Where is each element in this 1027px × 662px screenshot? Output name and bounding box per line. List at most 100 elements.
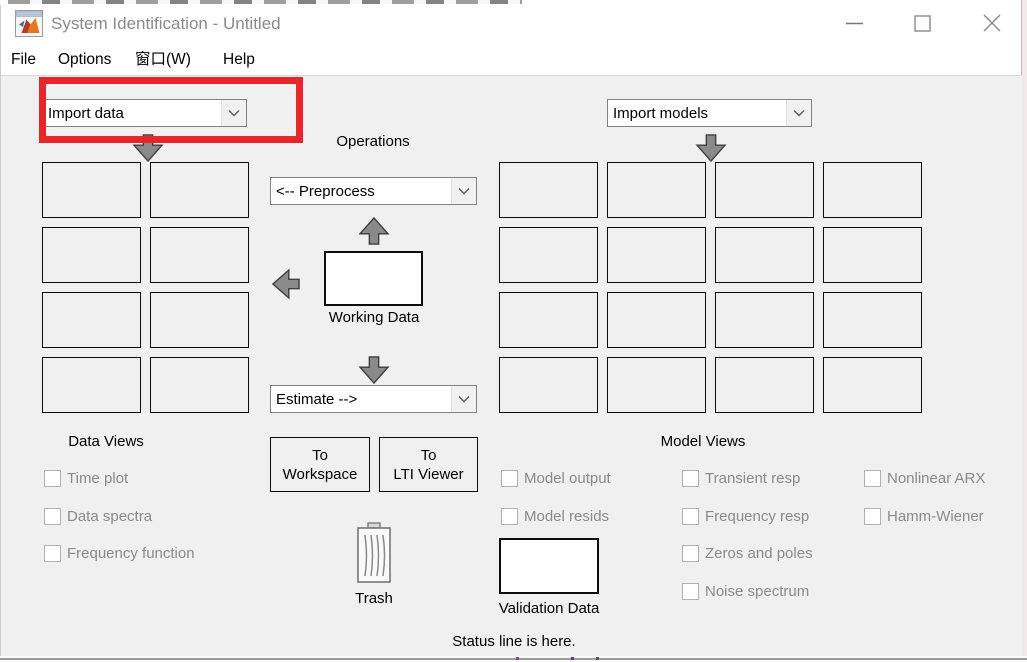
checkbox-label: Time plot [67,470,128,487]
checkbox-label: Hamm-Wiener [887,508,984,525]
model-board-cell[interactable] [715,227,814,283]
estimate-value: Estimate --> [271,391,451,408]
client-area: Import data Import models <-- Preprocess… [1,75,1022,656]
validation-data-label: Validation Data [489,600,609,617]
close-button[interactable] [969,5,1015,41]
to-lti-line2: LTI Viewer [393,465,463,484]
preprocess-value: <-- Preprocess [271,183,451,200]
data-board-cell[interactable] [150,357,249,413]
data-board [42,162,249,413]
status-line: Status line is here. [414,633,614,650]
checkbox[interactable] [44,470,61,487]
checkbox-row-noise-spectrum[interactable]: Noise spectrum [682,582,809,600]
estimate-dropdown[interactable]: Estimate --> [270,385,477,413]
model-board-cell[interactable] [607,292,706,348]
checkbox-label: Frequency function [67,545,195,562]
operations-label: Operations [313,133,433,150]
data-board-cell[interactable] [42,227,141,283]
validation-data-box[interactable] [499,538,599,594]
checkbox-row-model-resids[interactable]: Model resids [501,507,609,525]
checkbox[interactable] [44,545,61,562]
chevron-down-icon[interactable] [451,386,476,412]
model-board-cell[interactable] [607,227,706,283]
to-lti-viewer-button[interactable]: To LTI Viewer [379,437,478,492]
minimize-icon [846,22,863,25]
checkbox[interactable] [501,470,518,487]
data-board-cell[interactable] [42,292,141,348]
data-board-cell[interactable] [42,357,141,413]
checkbox[interactable] [682,508,699,525]
model-board-cell[interactable] [499,357,598,413]
background-window-fragment [0,658,1027,660]
model-board-cell[interactable] [607,162,706,218]
trash-label: Trash [314,590,434,607]
model-board-cell[interactable] [823,292,922,348]
right-arrow-icon [272,267,300,301]
model-board-cell[interactable] [715,292,814,348]
preprocess-dropdown[interactable]: <-- Preprocess [270,177,477,205]
maximize-button[interactable] [899,5,945,41]
checkbox-row-zeros-and-poles[interactable]: Zeros and poles [682,544,813,562]
trash-icon[interactable] [353,522,395,586]
model-board-cell[interactable] [823,162,922,218]
data-views-title: Data Views [46,433,166,450]
model-board [499,162,922,413]
minimize-button[interactable] [831,5,877,41]
background-window-fragment [571,657,574,660]
down-arrow-icon [694,134,728,162]
to-workspace-button[interactable]: To Workspace [270,437,370,492]
up-arrow-icon [357,217,391,245]
titlebar[interactable]: System Identification - Untitled [1,5,1021,44]
checkbox-label: Model output [524,470,611,487]
checkbox[interactable] [501,508,518,525]
to-lti-line1: To [421,446,437,465]
checkbox-row-model-output[interactable]: Model output [501,469,611,487]
model-board-cell[interactable] [499,227,598,283]
checkbox-label: Frequency resp [705,508,809,525]
import-models-value: Import models [608,105,786,122]
chevron-down-icon[interactable] [786,100,811,126]
data-board-cell[interactable] [150,162,249,218]
checkbox-row-data-spectra[interactable]: Data spectra [44,507,152,525]
checkbox[interactable] [864,508,881,525]
checkbox[interactable] [682,470,699,487]
checkbox-row-frequency-resp[interactable]: Frequency resp [682,507,809,525]
background-window-fragment [8,0,522,4]
menu-help[interactable]: Help [223,44,255,75]
menu-options[interactable]: Options [58,44,111,75]
close-icon [983,14,1001,32]
checkbox-row-hamm-wiener[interactable]: Hamm-Wiener [864,507,984,525]
checkbox-label: Model resids [524,508,609,525]
checkbox-label: Noise spectrum [705,583,809,600]
checkbox-label: Data spectra [67,508,152,525]
model-board-cell[interactable] [607,357,706,413]
background-window-fragment [596,657,599,660]
checkbox[interactable] [682,583,699,600]
checkbox[interactable] [682,545,699,562]
checkbox[interactable] [864,470,881,487]
data-board-cell[interactable] [42,162,141,218]
import-models-dropdown[interactable]: Import models [607,99,812,127]
menu-file[interactable]: File [11,44,36,75]
checkbox-row-time-plot[interactable]: Time plot [44,469,128,487]
model-board-cell[interactable] [499,292,598,348]
model-board-cell[interactable] [499,162,598,218]
matlab-icon [15,10,43,37]
chevron-down-icon[interactable] [451,178,476,204]
to-workspace-line1: To [312,446,328,465]
working-data-box[interactable] [324,251,423,306]
maximize-icon [914,15,931,32]
background-window-fragment [516,657,519,660]
checkbox-row-nonlinear-arx[interactable]: Nonlinear ARX [864,469,985,487]
checkbox[interactable] [44,508,61,525]
model-board-cell[interactable] [715,357,814,413]
checkbox-row-transient-resp[interactable]: Transient resp [682,469,800,487]
menu-bar: File Options 窗口(W) Help [1,44,1021,75]
menu-window[interactable]: 窗口(W) [135,44,191,75]
data-board-cell[interactable] [150,292,249,348]
model-board-cell[interactable] [823,227,922,283]
data-board-cell[interactable] [150,227,249,283]
model-board-cell[interactable] [823,357,922,413]
model-board-cell[interactable] [715,162,814,218]
checkbox-row-frequency-function[interactable]: Frequency function [44,544,195,562]
